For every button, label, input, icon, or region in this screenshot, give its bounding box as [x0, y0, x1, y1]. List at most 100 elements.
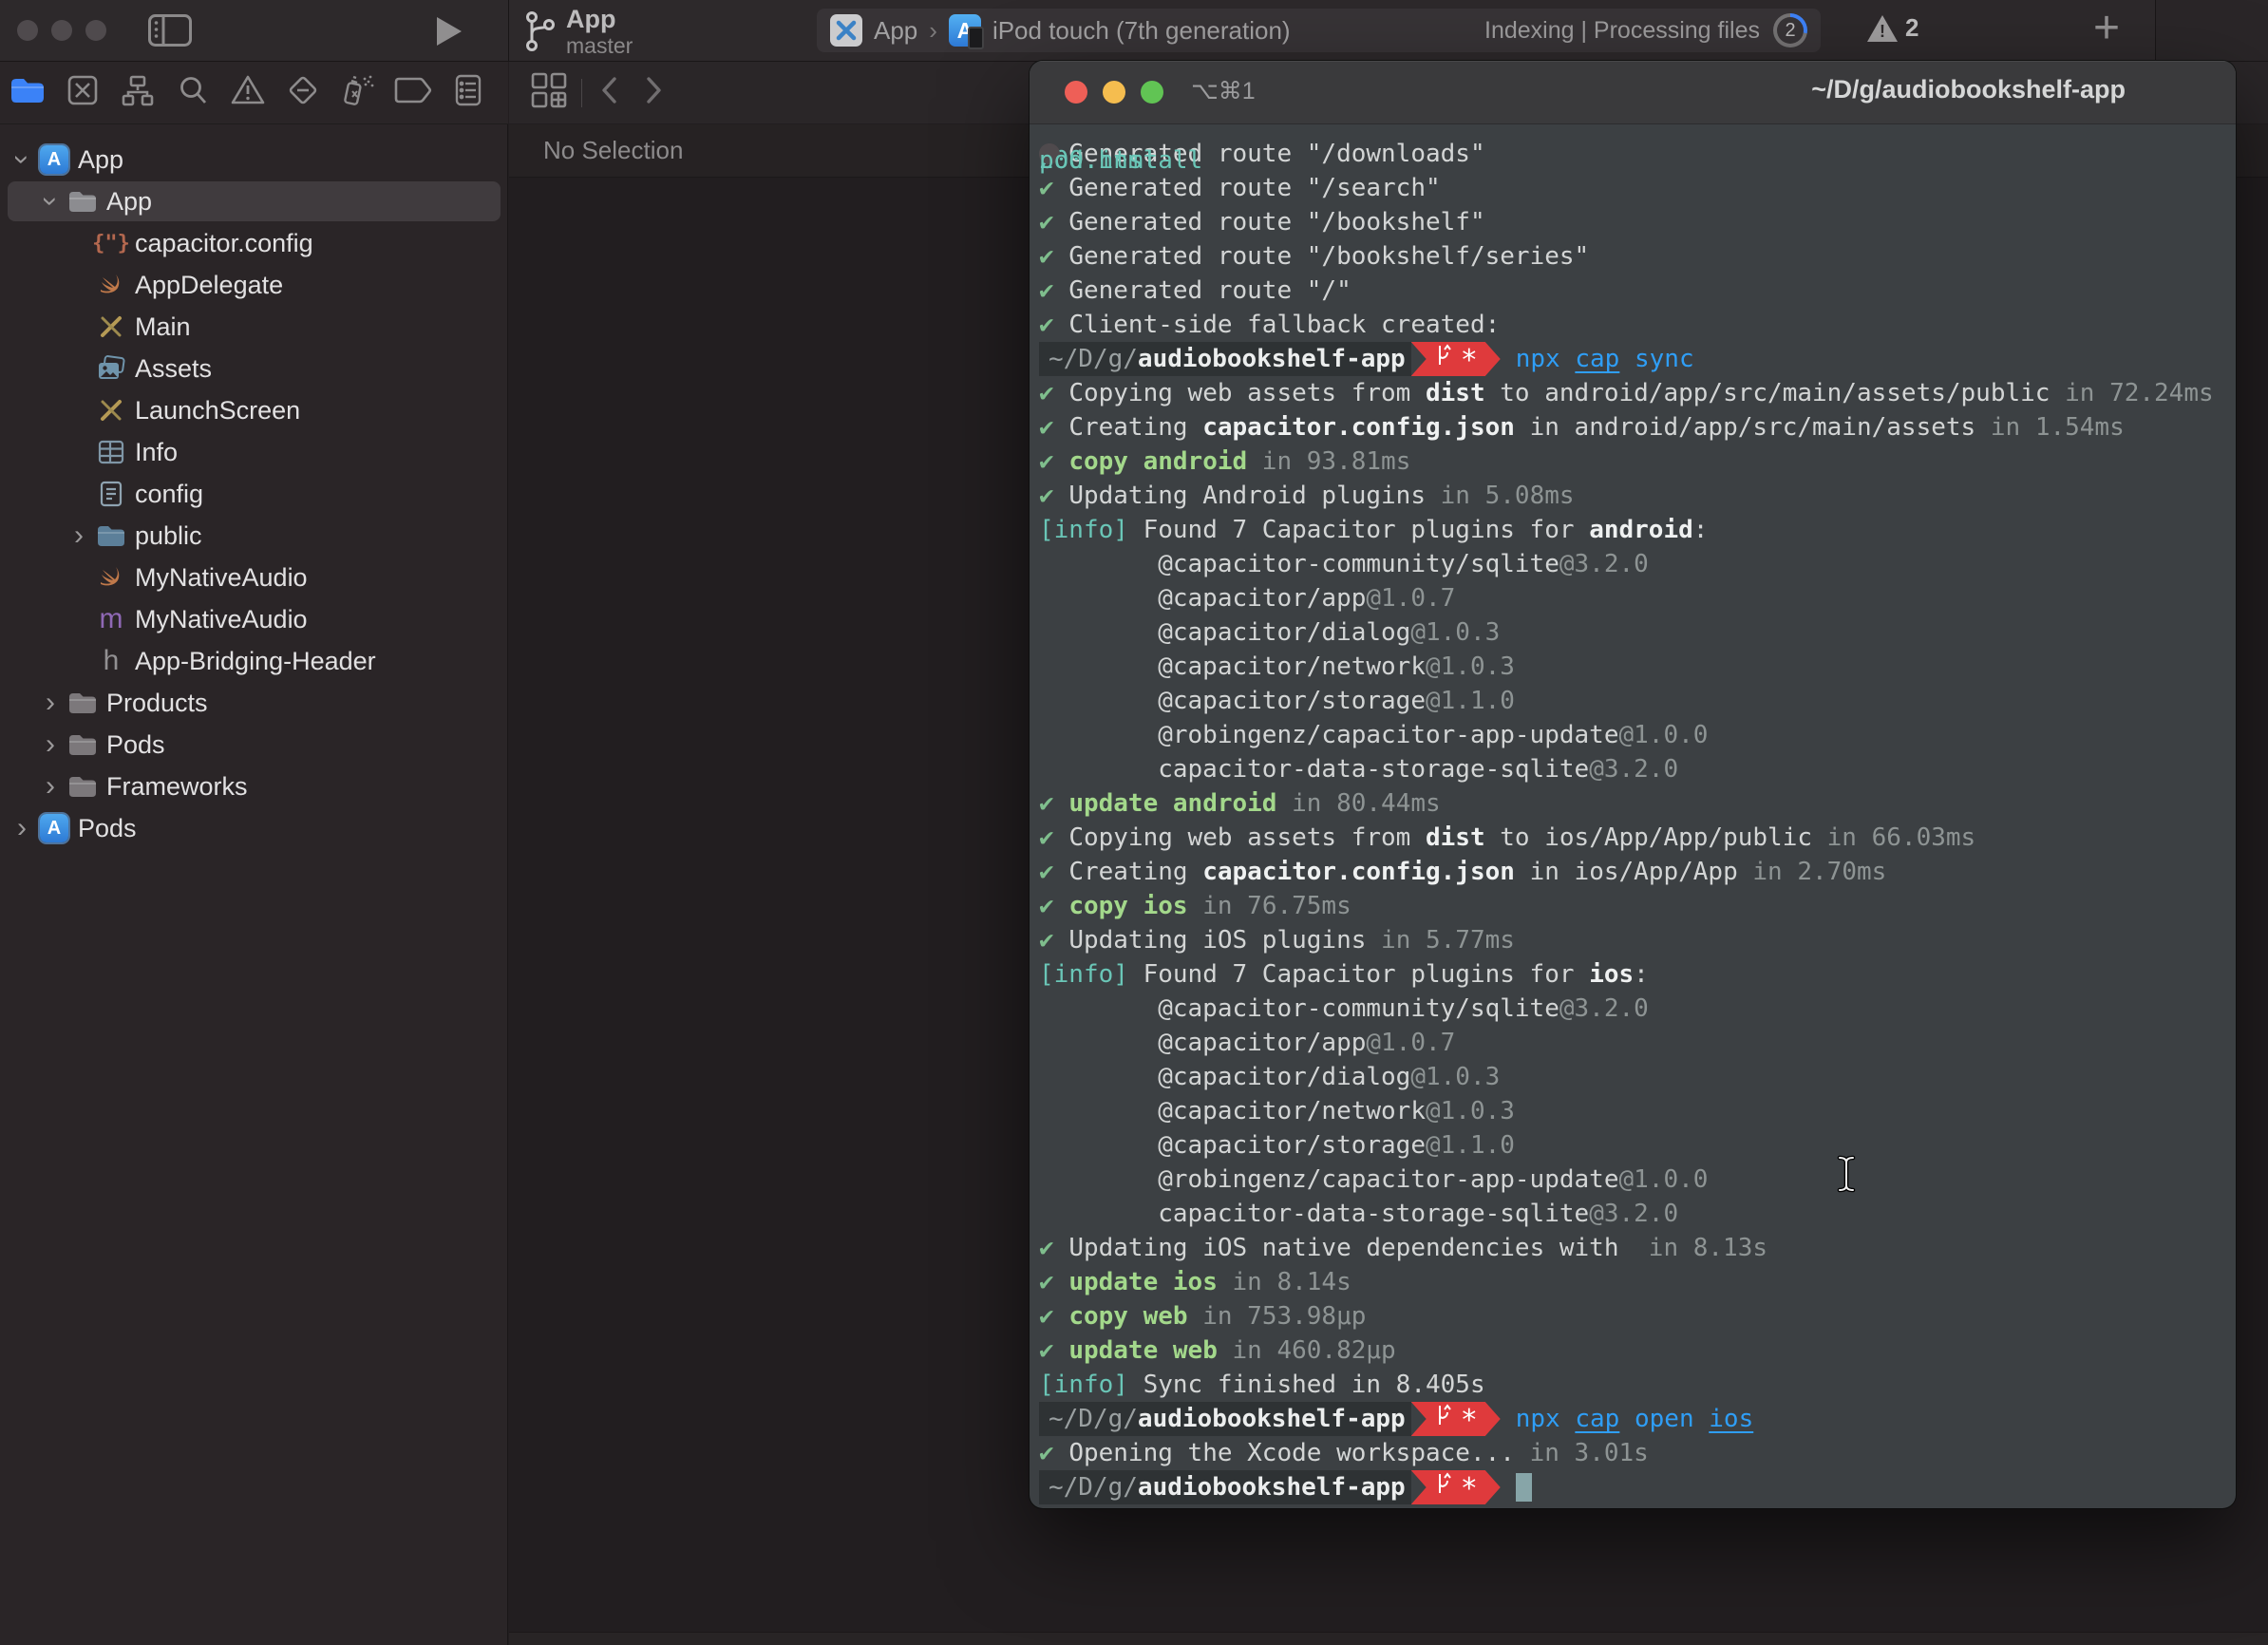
disclosure-chevron-icon[interactable]: ›	[8, 145, 36, 174]
disclosure-chevron-icon[interactable]: ›	[8, 814, 36, 842]
terminal-text-segment: Updating Android plugins	[1068, 479, 1426, 513]
terminal-shortcut-badge: ⌥⌘1	[1191, 77, 1256, 105]
terminal-output-line: @capacitor/app@1.0.7	[1039, 1026, 2236, 1060]
disclosure-chevron-icon[interactable]: ›	[36, 187, 65, 216]
terminal-text-segment: Creating	[1068, 410, 1202, 444]
editor-layout-icon[interactable]	[530, 71, 568, 114]
tree-item-info[interactable]: Info	[0, 431, 508, 473]
tab-symbol-navigator[interactable]	[110, 66, 165, 120]
terminal-text-segment: Copying web assets from	[1068, 821, 1426, 855]
appstore-project-icon: A	[36, 143, 72, 176]
issues-indicator[interactable]: ! 2	[1867, 13, 1918, 43]
command-text: sync	[1619, 342, 1693, 376]
terminal-text-segment: copy android	[1068, 444, 1247, 479]
close-window-button[interactable]	[17, 20, 38, 41]
terminal-zoom-button[interactable]	[1141, 81, 1163, 104]
warning-icon	[230, 73, 266, 112]
minimize-window-button[interactable]	[51, 20, 72, 41]
terminal-text-segment: in 66.03ms	[1812, 821, 1975, 855]
terminal-output-line: ✔ update android in 80.44ms	[1039, 786, 2236, 821]
disclosure-chevron-icon[interactable]: ›	[65, 521, 93, 550]
terminal-output-line: ✔ copy android in 93.81ms	[1039, 444, 2236, 479]
tree-item-mynativeaudio[interactable]: mMyNativeAudio	[0, 598, 508, 640]
terminal-text-segment: ✔	[1039, 205, 1068, 239]
run-destination[interactable]: iPod touch (7th generation)	[992, 16, 1291, 46]
tree-item-launchscreen[interactable]: LaunchScreen	[0, 389, 508, 431]
tree-item-pods[interactable]: ›APods	[0, 807, 508, 849]
zoom-window-button[interactable]	[85, 20, 106, 41]
terminal-content[interactable]: ✔ Generated route "/downloads"✔ Generate…	[1030, 123, 2236, 1508]
tree-item-label: Products	[106, 689, 208, 718]
terminal-text-segment: ✔	[1039, 410, 1068, 444]
toolbar-divider	[508, 0, 509, 61]
terminal-output-line: @capacitor/dialog@1.0.3	[1039, 615, 2236, 650]
terminal-window[interactable]: ⌥⌘1 ~/D/g/audiobookshelf-app ✔ Generated…	[1030, 61, 2236, 1508]
tree-item-assets[interactable]: Assets	[0, 348, 508, 389]
tree-item-label: public	[135, 521, 202, 551]
git-branch-icon	[1436, 1470, 1451, 1504]
terminal-output-line: [info] Found 7 Capacitor plugins for ios…	[1039, 957, 2236, 992]
tree-item-app[interactable]: ›AApp	[0, 139, 508, 180]
terminal-block-cursor	[1516, 1473, 1532, 1502]
tree-item-capacitor-config[interactable]: {"}capacitor.config	[0, 222, 508, 264]
terminal-prompt-line: ~/D/g/audiobookshelf-app*	[1039, 1470, 2236, 1504]
tab-debug-navigator[interactable]	[331, 66, 386, 120]
report-icon	[454, 73, 482, 112]
disclosure-chevron-icon[interactable]: ›	[36, 689, 65, 717]
terminal-output-line: ✔ Opening the Xcode workspace... in 3.01…	[1039, 1436, 2236, 1470]
tree-item-products[interactable]: › Products	[0, 682, 508, 724]
tree-item-app-bridging-header[interactable]: hApp-Bridging-Header	[0, 640, 508, 682]
tree-item-public[interactable]: › public	[0, 515, 508, 557]
tab-source-control-navigator[interactable]	[55, 66, 110, 120]
terminal-text-segment: pod install	[1039, 143, 1060, 164]
terminal-close-button[interactable]	[1065, 81, 1087, 104]
tab-issue-navigator[interactable]	[220, 66, 275, 120]
tree-item-appdelegate[interactable]: AppDelegate	[0, 264, 508, 306]
search-icon	[176, 73, 210, 112]
terminal-output-line: [info] Sync finished in 8.405s	[1039, 1368, 2236, 1402]
terminal-title-bar[interactable]: ⌥⌘1 ~/D/g/audiobookshelf-app	[1030, 61, 2236, 124]
storyboard-icon	[93, 394, 129, 426]
text-cursor-pointer	[1836, 1155, 1857, 1198]
terminal-output-line: ✔ Creating capacitor.config.json in ios/…	[1039, 855, 2236, 889]
forward-button[interactable]	[639, 73, 668, 112]
tree-item-label: Pods	[78, 814, 137, 843]
terminal-text-segment: ✔	[1039, 889, 1068, 923]
git-dirty-marker: *	[1461, 1404, 1478, 1438]
navigator-tab-bar	[0, 62, 508, 124]
folder-icon	[65, 687, 101, 719]
tree-item-main[interactable]: Main	[0, 306, 508, 348]
terminal-text-segment: update web	[1068, 1333, 1218, 1368]
terminal-text-segment: ✔	[1039, 1265, 1068, 1299]
tree-item-mynativeaudio[interactable]: MyNativeAudio	[0, 557, 508, 598]
folder-icon	[93, 520, 129, 552]
terminal-text-segment: capacitor-data-storage-sqlite	[1039, 1197, 1589, 1231]
tab-find-navigator[interactable]	[165, 66, 220, 120]
tree-item-config[interactable]: config	[0, 473, 508, 515]
tab-report-navigator[interactable]	[441, 66, 496, 120]
terminal-text-segment: ✔	[1039, 855, 1068, 889]
disclosure-chevron-icon[interactable]: ›	[36, 772, 65, 801]
tab-test-navigator[interactable]	[275, 66, 331, 120]
scheme-and-activity-pill[interactable]: App › A iPod touch (7th generation) Inde…	[817, 9, 1821, 52]
terminal-output-line: @robingenz/capacitor-app-update@1.0.0	[1039, 718, 2236, 752]
tree-item-frameworks[interactable]: ›Frameworks	[0, 766, 508, 807]
disclosure-chevron-icon[interactable]: ›	[36, 730, 65, 759]
terminal-text-segment: ✔	[1039, 479, 1068, 513]
command-text: ios	[1709, 1402, 1753, 1436]
objc-m-icon: m	[93, 603, 129, 635]
tree-item-label: Info	[135, 438, 178, 467]
scheme-name[interactable]: App	[874, 16, 917, 46]
tab-breakpoint-navigator[interactable]	[386, 66, 441, 120]
run-button[interactable]	[437, 17, 462, 46]
back-button[interactable]	[595, 73, 624, 112]
tree-item-app[interactable]: ›App	[0, 180, 508, 222]
activity-progress-ring[interactable]: 2	[1773, 13, 1807, 47]
toggle-sidebar-icon[interactable]	[148, 14, 192, 47]
terminal-minimize-button[interactable]	[1103, 81, 1125, 104]
tree-item-pods[interactable]: ›Pods	[0, 724, 508, 766]
library-add-button[interactable]: +	[2093, 2, 2120, 54]
folder-icon	[65, 728, 101, 761]
tab-project-navigator[interactable]	[0, 66, 55, 120]
terminal-text-segment: Sync finished in 8.405s	[1128, 1368, 1485, 1402]
